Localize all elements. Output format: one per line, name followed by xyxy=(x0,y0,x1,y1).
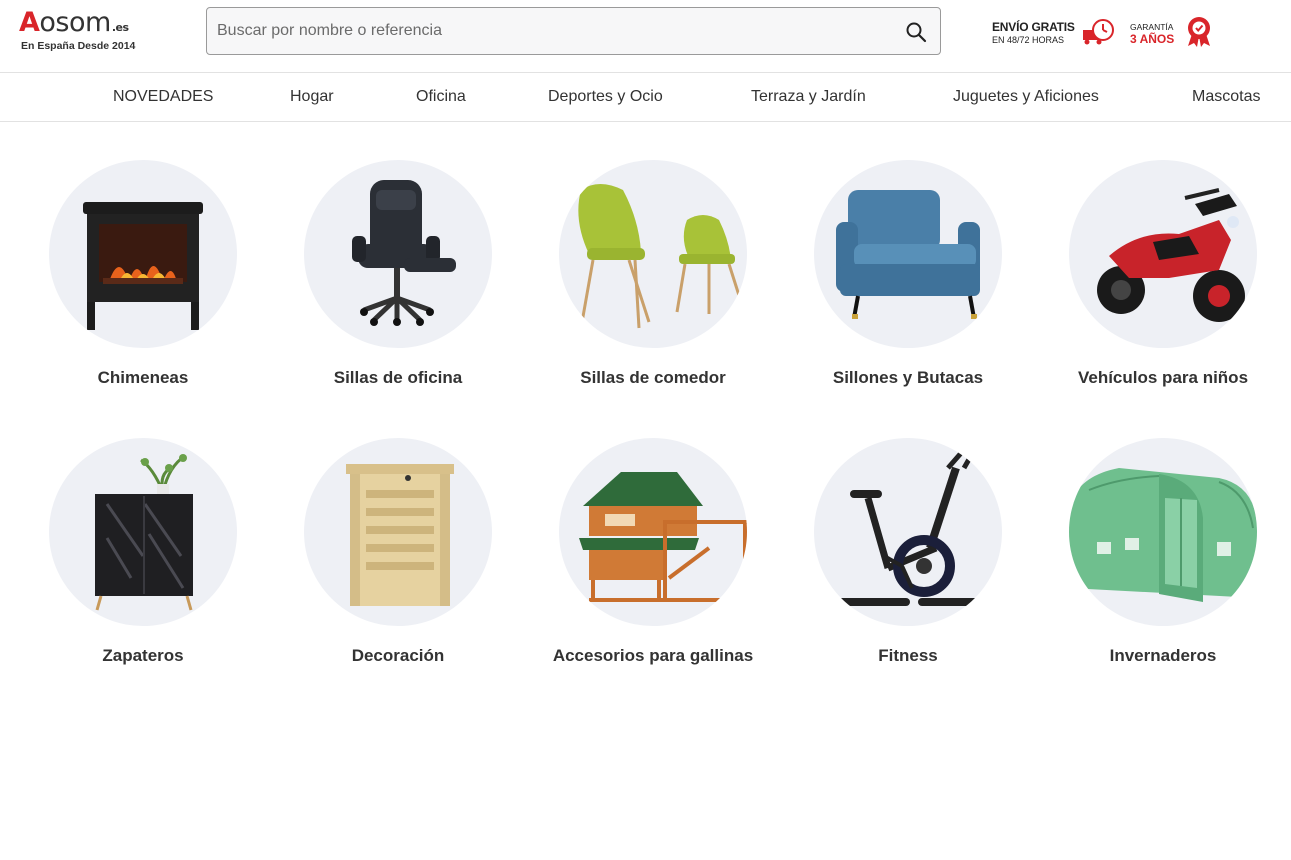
category-card-vehiculos-ninos[interactable]: Vehículos para niños xyxy=(1038,160,1288,400)
category-label: Vehículos para niños xyxy=(1077,368,1249,387)
search-input[interactable] xyxy=(217,8,887,54)
logo-tagline: En España Desde 2014 xyxy=(21,40,136,52)
chicken-coop-icon xyxy=(579,472,747,602)
category-image xyxy=(559,438,747,626)
kids-motorbike-icon xyxy=(1097,188,1245,322)
category-label: Invernaderos xyxy=(1109,646,1217,665)
category-card-chimeneas[interactable]: Chimeneas xyxy=(18,160,268,400)
dining-chairs-icon xyxy=(578,184,745,329)
fireplace-icon xyxy=(83,202,203,330)
site-header: Aosom.es En España Desde 2014 ENVÍO GRAT… xyxy=(0,0,1291,73)
category-card-zapateros[interactable]: Zapateros xyxy=(18,438,268,678)
category-image xyxy=(49,438,237,626)
category-label: Sillas de comedor xyxy=(580,368,726,387)
category-label: Sillones y Butacas xyxy=(832,368,984,387)
armchair-icon xyxy=(836,190,980,319)
category-image xyxy=(1069,438,1257,626)
warranty-title: GARANTÍA xyxy=(1130,22,1174,32)
category-label: Fitness xyxy=(878,646,938,665)
category-card-sillas-oficina[interactable]: Sillas de oficina xyxy=(273,160,523,400)
aosom-logo[interactable]: Aosom.es En España Desde 2014 xyxy=(19,8,169,58)
shoe-cabinet-icon xyxy=(95,454,193,611)
category-label: Sillas de oficina xyxy=(333,368,463,387)
free-shipping-badge: ENVÍO GRATIS EN 48/72 HORAS xyxy=(992,16,1122,50)
category-label: Chimeneas xyxy=(97,368,189,387)
nav-item-deportes-ocio[interactable]: Deportes y Ocio xyxy=(548,73,663,121)
category-card-accesorios-gallinas[interactable]: Accesorios para gallinas xyxy=(528,438,778,678)
shipping-title: ENVÍO GRATIS xyxy=(992,20,1075,34)
search-bar xyxy=(206,7,941,55)
category-card-sillones-butacas[interactable]: Sillones y Butacas xyxy=(783,160,1033,400)
warranty-badge: GARANTÍA 3 AÑOS xyxy=(1130,16,1212,50)
search-icon[interactable] xyxy=(904,20,928,44)
category-card-decoracion[interactable]: Decoración xyxy=(273,438,523,678)
logo-brand-initial: A xyxy=(19,7,40,38)
category-card-fitness[interactable]: Fitness xyxy=(783,438,1033,678)
nav-item-oficina[interactable]: Oficina xyxy=(416,73,466,121)
nav-item-novedades[interactable]: NOVEDADES xyxy=(113,73,213,121)
category-image xyxy=(814,438,1002,626)
office-chair-icon xyxy=(352,180,456,326)
award-ribbon-icon xyxy=(1188,17,1210,47)
category-image xyxy=(1069,160,1257,348)
logo-wordmark: Aosom.es xyxy=(19,7,129,38)
delivery-truck-clock-icon xyxy=(1083,19,1114,45)
nav-item-hogar[interactable]: Hogar xyxy=(290,73,334,121)
category-image xyxy=(49,160,237,348)
category-image xyxy=(304,160,492,348)
category-card-invernaderos[interactable]: Invernaderos xyxy=(1038,438,1288,678)
category-image xyxy=(559,160,747,348)
radiator-cover-icon xyxy=(346,464,454,606)
logo-brand-text: osom xyxy=(39,7,111,38)
category-image xyxy=(814,160,1002,348)
nav-item-terraza-jardin[interactable]: Terraza y Jardín xyxy=(751,73,866,121)
main-nav: NOVEDADES Hogar Oficina Deportes y Ocio … xyxy=(0,73,1291,122)
greenhouse-icon xyxy=(1069,468,1257,602)
category-label: Decoración xyxy=(351,646,445,665)
category-label: Zapateros xyxy=(102,646,184,665)
nav-item-mascotas[interactable]: Mascotas xyxy=(1192,73,1260,121)
nav-item-juguetes-aficiones[interactable]: Juguetes y Aficiones xyxy=(953,73,1099,121)
warranty-years: 3 AÑOS xyxy=(1130,32,1175,46)
exercise-bike-icon xyxy=(838,449,980,606)
category-card-sillas-comedor[interactable]: Sillas de comedor xyxy=(528,160,778,400)
shipping-subtitle: EN 48/72 HORAS xyxy=(992,35,1065,45)
category-image xyxy=(304,438,492,626)
category-label: Accesorios para gallinas xyxy=(552,646,754,665)
